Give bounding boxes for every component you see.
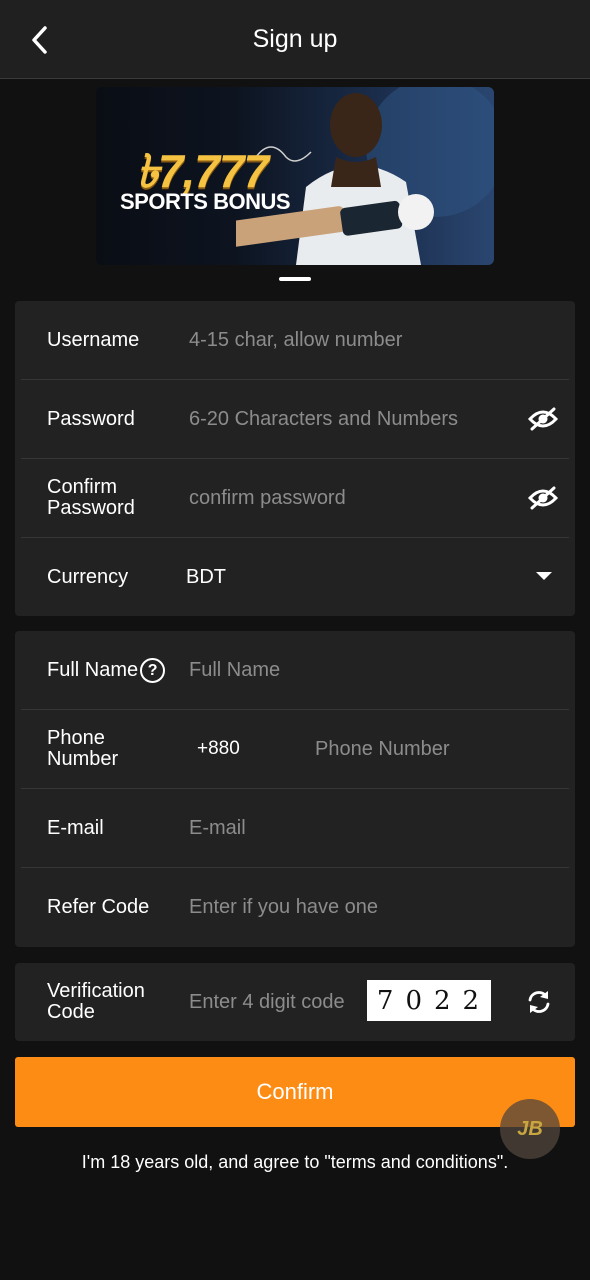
username-input[interactable] [189, 301, 519, 379]
floating-logo-button[interactable]: JB [500, 1099, 560, 1159]
chevron-left-icon [32, 26, 47, 54]
full-name-label: Full Name ? [47, 631, 187, 709]
username-label: Username [47, 328, 140, 351]
refer-code-row: Refer Code [21, 868, 569, 947]
carousel-indicator[interactable] [279, 277, 311, 281]
caret-down-icon[interactable] [536, 572, 552, 580]
confirm-password-input[interactable] [189, 459, 519, 537]
full-name-input[interactable] [189, 631, 519, 709]
account-card: Username Password ConfirmPassword Curren… [15, 301, 575, 616]
header-bar: Sign up [0, 0, 590, 79]
password-row: Password [21, 380, 569, 459]
confirm-label-line1: Confirm [47, 476, 118, 498]
profile-card: Full Name ? PhoneNumber +880 E-mail Refe… [15, 631, 575, 947]
refer-code-input[interactable] [189, 868, 519, 947]
phone-row: Phone Number +880 [21, 710, 569, 789]
verification-label: Verification Code [47, 963, 187, 1041]
verification-label-line1: Verification [47, 980, 145, 1002]
username-row: Username [21, 301, 569, 380]
phone-label: Phone Number [47, 710, 187, 788]
refresh-icon[interactable] [526, 989, 552, 1015]
page-title: Sign up [252, 25, 338, 53]
full-name-label-text: Full Name [47, 658, 139, 681]
currency-label: Currency [47, 566, 129, 588]
verification-card: VerificationCode 7022 [15, 963, 575, 1041]
country-code[interactable]: +880 [197, 710, 240, 788]
eye-off-icon[interactable] [527, 406, 559, 432]
password-input[interactable] [189, 380, 519, 458]
email-input[interactable] [189, 789, 519, 867]
bonus-subtitle: SPORTS BONUS [120, 189, 291, 214]
phone-input[interactable] [315, 710, 545, 788]
captcha-image: 7022 [367, 980, 491, 1021]
currency-select[interactable]: BDT [186, 538, 226, 617]
terms-text[interactable]: I'm 18 years old, and agree to "terms an… [0, 1152, 590, 1173]
eye-off-icon[interactable] [527, 485, 559, 511]
refer-code-label: Refer Code [47, 896, 150, 918]
confirm-password-label: Confirm Password [47, 459, 187, 537]
verification-row: VerificationCode 7022 [21, 963, 569, 1041]
player-illustration [236, 87, 494, 265]
promo-banner[interactable]: ৳7,777 SPORTS BONUS [96, 87, 494, 265]
verification-code-input[interactable] [189, 963, 359, 1041]
confirm-password-row: Confirm Password [21, 459, 569, 538]
password-label: Password [47, 407, 135, 430]
currency-row[interactable]: Currency BDT [21, 538, 569, 617]
confirm-button[interactable]: Confirm [15, 1057, 575, 1127]
back-button[interactable] [22, 20, 58, 60]
phone-label-line1: Phone [47, 727, 105, 749]
confirm-label-line2: Password [47, 497, 135, 519]
email-label: E-mail [47, 816, 104, 839]
full-name-row: Full Name ? [21, 631, 569, 710]
email-row: E-mail [21, 789, 569, 868]
phone-label-line2: Number [47, 748, 119, 770]
help-icon[interactable]: ? [140, 657, 166, 683]
verification-label-line2: Code [47, 1001, 95, 1023]
